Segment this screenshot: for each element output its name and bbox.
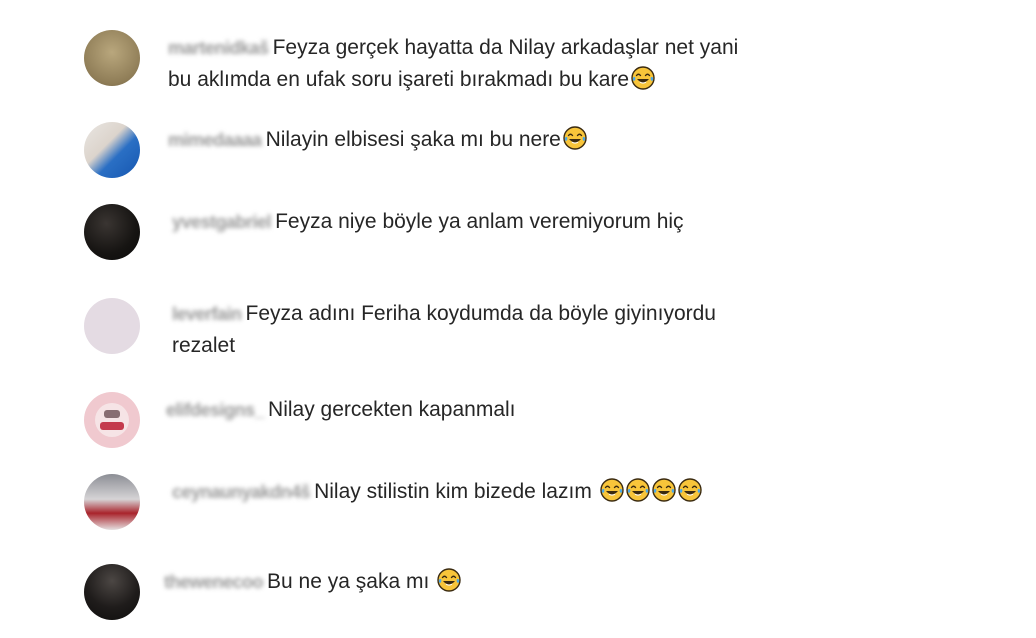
comment-body: yvestgabriel Feyza niye böyle ya anlam ve… (172, 206, 852, 238)
face-with-tears-of-joy-icon (678, 478, 702, 502)
avatar[interactable] (84, 298, 140, 354)
comment-body: elifdesigns_ Nilay gercekten kapanmalı (166, 394, 846, 426)
emoji-group (629, 66, 655, 100)
avatar-logo-mark (104, 410, 120, 418)
username[interactable]: leverfain (172, 298, 242, 330)
comment-body: ceynaunyakdn4š Nilay stilistin kim bizede… (172, 476, 852, 512)
avatar[interactable] (84, 392, 140, 448)
comment-body: mimedaaaa Nilayin elbisesi şaka mı bu ner… (168, 124, 848, 160)
comment-text: Feyza niye böyle ya anlam veremiyorum hi… (275, 210, 684, 233)
comment-body: martenidkaš Feyza gerçek hayatta da Nilay… (168, 32, 848, 100)
emoji-group (435, 568, 461, 602)
username[interactable]: martenidkaš (168, 32, 269, 64)
avatar[interactable] (84, 30, 140, 86)
username[interactable]: yvestgabriel (172, 206, 272, 238)
comment-text: rezalet (172, 334, 236, 357)
avatar[interactable] (84, 564, 140, 620)
emoji-group (598, 478, 702, 512)
avatar[interactable] (84, 474, 140, 530)
comment-text: Nilay stilistin kim bizede lazım (314, 480, 592, 503)
face-with-tears-of-joy-icon (631, 66, 655, 90)
comment-body: thewenecoo Bu ne ya şaka mı (164, 566, 844, 602)
face-with-tears-of-joy-icon (652, 478, 676, 502)
emoji-group (561, 126, 587, 160)
comment-text: Feyza adını Feriha koydumda da böyle giy… (245, 302, 716, 325)
comment-body: leverfain Feyza adını Feriha koydumda da … (172, 298, 852, 362)
face-with-tears-of-joy-icon (563, 126, 587, 150)
comment-text: Nilay gercekten kapanmalı (268, 398, 516, 421)
avatar-logo (95, 403, 129, 437)
face-with-tears-of-joy-icon (626, 478, 650, 502)
username[interactable]: thewenecoo (164, 566, 264, 598)
avatar[interactable] (84, 204, 140, 260)
comment-text: bu aklımda en ufak soru işareti bırakmad… (168, 68, 630, 91)
comment-text: Feyza gerçek hayatta da Nilay arkadaşlar… (272, 36, 739, 59)
avatar-logo-mark (100, 422, 124, 430)
face-with-tears-of-joy-icon (437, 568, 461, 592)
face-with-tears-of-joy-icon (600, 478, 624, 502)
avatar[interactable] (84, 122, 140, 178)
username[interactable]: mimedaaaa (168, 124, 262, 156)
comment-text: Bu ne ya şaka mı (267, 570, 430, 593)
comment-text: Nilayin elbisesi şaka mı bu nere (265, 128, 561, 151)
username[interactable]: ceynaunyakdn4š (172, 476, 311, 508)
username[interactable]: elifdesigns_ (166, 394, 265, 426)
